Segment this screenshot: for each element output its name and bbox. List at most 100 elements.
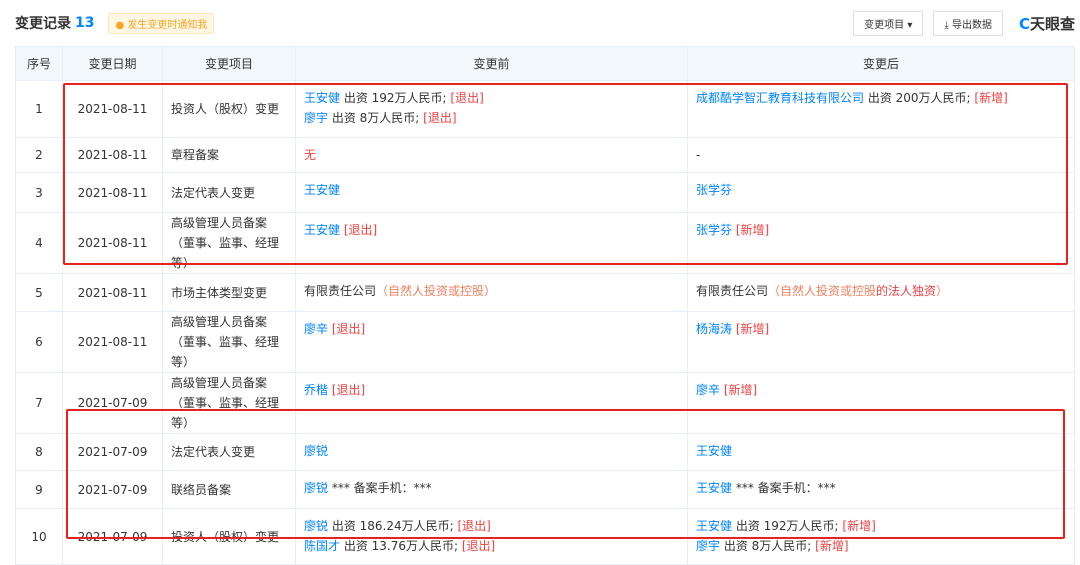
entity-link[interactable]: 王安健 xyxy=(696,481,732,495)
notify-button[interactable]: ● 发生变更时通知我 xyxy=(108,12,215,34)
entity-link[interactable]: 王安健 xyxy=(696,519,732,533)
change-date: 2021-08-11 xyxy=(62,80,163,138)
tianyancha-logo: C天眼查 xyxy=(1018,14,1075,33)
entity-link[interactable]: 张学芬 xyxy=(696,223,732,237)
change-date: 2021-07-09 xyxy=(62,433,163,471)
change-after: 王安健 出资 192万人民币; [新增] 廖宇 出资 8万人民币; [新增] xyxy=(687,508,1075,565)
entity-link[interactable]: 王安健 xyxy=(304,223,340,237)
entity-link[interactable]: 廖锐 xyxy=(304,519,328,533)
entity-link[interactable]: 杨海涛 xyxy=(696,322,732,336)
change-line: 廖辛 [新增] xyxy=(696,380,1066,400)
change-line: 乔楷 [退出] xyxy=(304,380,679,400)
row-number: 5 xyxy=(15,273,63,312)
change-tag: [新增] xyxy=(723,383,758,397)
change-text: ） xyxy=(936,284,949,298)
change-line: 成都酷学智汇教育科技有限公司 出资 200万人民币; [新增] xyxy=(696,88,1066,108)
table-row: 10 2021-07-09 投资人（股权）变更 廖锐 出资 186.24万人民币; [… xyxy=(15,508,1075,565)
change-line: 有限责任公司（自然人投资或控股的法人独资） xyxy=(696,281,1066,301)
entity-link[interactable]: 廖锐 xyxy=(304,444,328,458)
change-after: 成都酷学智汇教育科技有限公司 出资 200万人民币; [新增] xyxy=(687,80,1075,138)
change-before: 王安健 xyxy=(295,172,688,213)
record-count: 13 xyxy=(75,15,95,31)
change-after: 王安健 xyxy=(687,433,1075,471)
change-line: 廖辛 [退出] xyxy=(304,319,679,339)
change-text: （自然人投资或控股） xyxy=(376,284,497,298)
change-line: 无 xyxy=(304,145,679,165)
change-tag: 无 xyxy=(304,148,317,162)
change-after: 张学芬 xyxy=(687,172,1075,213)
row-number: 7 xyxy=(15,372,63,434)
change-text: （自然人投资或控股 xyxy=(768,284,877,298)
change-line: - xyxy=(696,145,1066,165)
change-line: 廖锐 *** 备案手机：*** xyxy=(304,478,679,498)
change-before: 乔楷 [退出] xyxy=(295,372,688,434)
change-text: 出资 200万人民币; xyxy=(864,91,975,105)
filter-dropdown[interactable]: 变更项目 ▾ xyxy=(853,10,924,36)
change-line: 王安健 xyxy=(696,441,1066,461)
change-before: 廖锐 出资 186.24万人民币; [退出] 陈国才 出资 13.76万人民币; … xyxy=(295,508,688,565)
entity-link[interactable]: 廖锐 xyxy=(304,481,328,495)
entity-link[interactable]: 张学芬 xyxy=(696,183,732,197)
change-after: 张学芬 [新增] xyxy=(687,212,1075,274)
change-line: 王安健 *** 备案手机：*** xyxy=(696,478,1066,498)
change-date: 2021-08-11 xyxy=(62,273,163,312)
section-header: 变更记录 13 ● 发生变更时通知我 变更项目 ▾ ⤓ 导出数据 C天眼查 xyxy=(15,10,1075,36)
row-number: 6 xyxy=(15,311,63,373)
change-before: 廖锐 xyxy=(295,433,688,471)
change-tag: [退出] xyxy=(343,223,378,237)
entity-link[interactable]: 成都酷学智汇教育科技有限公司 xyxy=(696,91,864,105)
change-text: 出资 186.24万人民币; xyxy=(328,519,458,533)
change-line: 杨海涛 [新增] xyxy=(696,319,1066,339)
change-tag: [退出] xyxy=(331,383,366,397)
change-tag: [退出] xyxy=(423,111,457,125)
export-button[interactable]: ⤓ 导出数据 xyxy=(933,10,1003,36)
change-date: 2021-07-09 xyxy=(62,372,163,434)
bell-icon: ● xyxy=(115,19,128,31)
change-date: 2021-08-11 xyxy=(62,172,163,213)
table-row: 7 2021-07-09 高级管理人员备案（董事、监事、经理等） 乔楷 [退出] 廖辛 … xyxy=(15,372,1075,434)
change-before: 王安健 出资 192万人民币; [退出] 廖宇 出资 8万人民币; [退出] xyxy=(295,80,688,138)
change-item: 投资人（股权）变更 xyxy=(162,80,296,138)
table-row: 8 2021-07-09 法定代表人变更 廖锐 王安健 xyxy=(15,433,1075,471)
entity-link[interactable]: 王安健 xyxy=(696,444,732,458)
change-date: 2021-07-09 xyxy=(62,508,163,565)
col-before: 变更前 xyxy=(295,46,688,81)
change-before: 廖辛 [退出] xyxy=(295,311,688,373)
row-number: 10 xyxy=(15,508,63,565)
change-text: *** 备案手机：*** xyxy=(328,481,432,495)
change-line: 王安健 出资 192万人民币; [新增] xyxy=(696,516,1066,536)
entity-link[interactable]: 王安健 xyxy=(304,91,340,105)
change-tag: [退出] xyxy=(450,91,484,105)
change-item: 章程备案 xyxy=(162,137,296,173)
change-line: 廖锐 出资 186.24万人民币; [退出] xyxy=(304,516,679,536)
change-tag: [新增] xyxy=(842,519,876,533)
row-number: 4 xyxy=(15,212,63,274)
change-item: 法定代表人变更 xyxy=(162,433,296,471)
change-tag: [新增] xyxy=(735,322,770,336)
change-tag: [新增] xyxy=(974,91,1008,105)
change-item: 高级管理人员备案（董事、监事、经理等） xyxy=(162,372,296,434)
change-line: 张学芬 xyxy=(696,180,1066,200)
change-tag: [退出] xyxy=(457,519,491,533)
change-after: - xyxy=(687,137,1075,173)
change-tag: [退出] xyxy=(331,322,366,336)
change-line: 王安健 [退出] xyxy=(304,220,679,240)
change-line: 廖锐 xyxy=(304,441,679,461)
entity-link[interactable]: 乔楷 xyxy=(304,383,328,397)
change-before: 王安健 [退出] xyxy=(295,212,688,274)
entity-link[interactable]: 廖宇 xyxy=(304,111,328,125)
table-row: 6 2021-08-11 高级管理人员备案（董事、监事、经理等） 廖辛 [退出] 杨海涛… xyxy=(15,311,1075,373)
change-after: 王安健 *** 备案手机：*** xyxy=(687,470,1075,509)
change-records-table: 序号 变更日期 变更项目 变更前 变更后 1 2021-08-11 投资人（股权）变… xyxy=(15,46,1075,565)
row-number: 1 xyxy=(15,80,63,138)
col-after: 变更后 xyxy=(687,46,1075,81)
row-number: 8 xyxy=(15,433,63,471)
change-after: 有限责任公司（自然人投资或控股的法人独资） xyxy=(687,273,1075,312)
change-item: 高级管理人员备案（董事、监事、经理等） xyxy=(162,212,296,274)
entity-link[interactable]: 廖辛 xyxy=(696,383,720,397)
change-item: 法定代表人变更 xyxy=(162,172,296,213)
change-before: 廖锐 *** 备案手机：*** xyxy=(295,470,688,509)
table-row: 2 2021-08-11 章程备案无 - xyxy=(15,137,1075,173)
entity-link[interactable]: 王安健 xyxy=(304,183,340,197)
entity-link[interactable]: 廖辛 xyxy=(304,322,328,336)
